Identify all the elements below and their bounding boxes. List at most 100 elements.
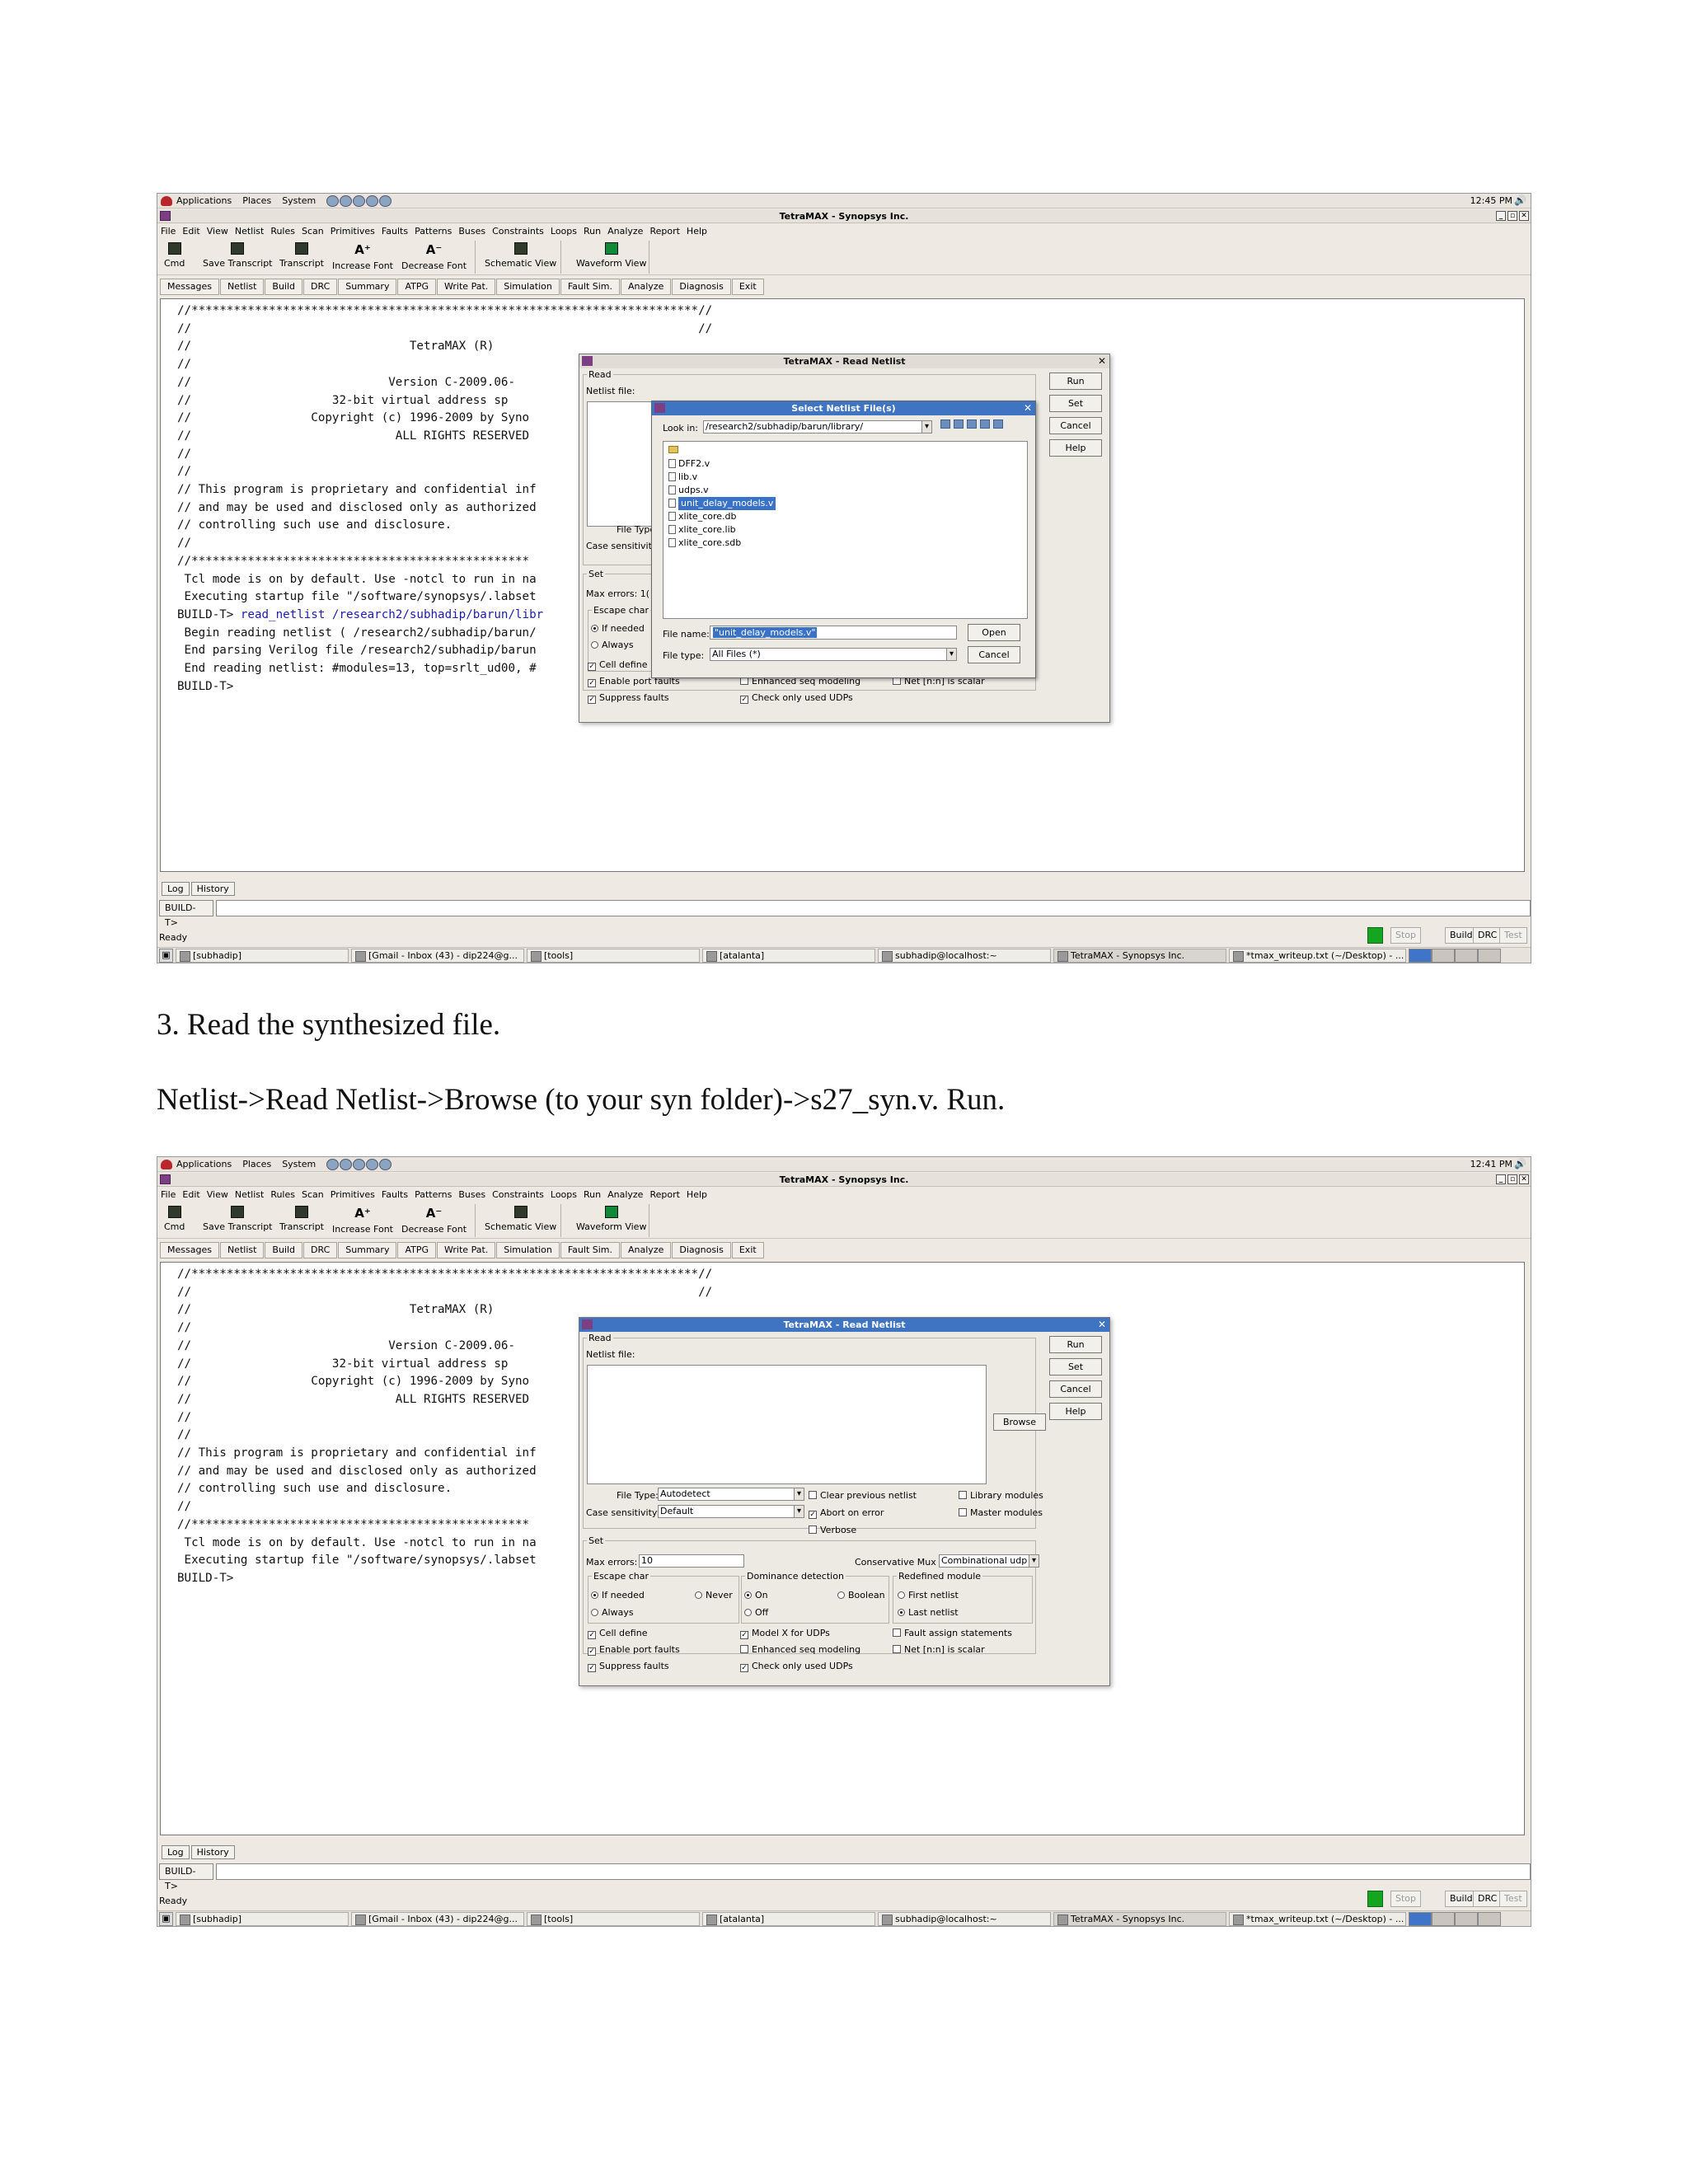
menu-faults[interactable]: Faults: [382, 1189, 408, 1200]
build-button[interactable]: Build: [265, 279, 303, 295]
tab-history[interactable]: History: [190, 882, 235, 896]
stop-button[interactable]: Stop: [1390, 1891, 1422, 1907]
waveform-view-button[interactable]: Waveform View: [576, 242, 646, 269]
max-errors-input[interactable]: 10: [639, 1554, 744, 1568]
menu-report[interactable]: Report: [649, 226, 679, 237]
speaker-icon[interactable]: 🔊: [1514, 1158, 1526, 1169]
conservative-mux-combo[interactable]: Combinational udp: [939, 1554, 1039, 1568]
menu-constraints[interactable]: Constraints: [492, 226, 544, 237]
list-item[interactable]: [665, 444, 1025, 457]
task-writeup[interactable]: *tmax_writeup.txt (~/Desktop) - ...: [1229, 949, 1406, 963]
list-item[interactable]: xlite_core.sdb: [665, 537, 1025, 550]
fault-assign-checkbox[interactable]: Fault assign statements: [893, 1628, 1012, 1638]
menu-analyze[interactable]: Analyze: [607, 226, 643, 237]
minimize-icon[interactable]: _: [1496, 211, 1506, 221]
menu-places[interactable]: Places: [242, 195, 271, 206]
net-scalar-checkbox[interactable]: Net [n:n] is scalar: [893, 1644, 985, 1655]
list-item[interactable]: xlite_core.lib: [665, 523, 1025, 537]
panel-clock[interactable]: 12:45 PM: [1470, 195, 1512, 206]
task-tools[interactable]: [tools]: [527, 949, 700, 963]
minimize-icon[interactable]: _: [1496, 1174, 1506, 1184]
task-tetramax[interactable]: TetraMAX - Synopsys Inc.: [1053, 1912, 1226, 1926]
menu-patterns[interactable]: Patterns: [415, 226, 452, 237]
test-mode-button[interactable]: Test: [1499, 927, 1527, 944]
tab-log[interactable]: Log: [162, 882, 190, 896]
new-folder-icon[interactable]: [967, 419, 977, 429]
netlist-button[interactable]: Netlist: [219, 279, 265, 295]
browse-button[interactable]: Browse: [993, 1413, 1046, 1431]
suppress-faults-checkbox[interactable]: ✓ Suppress faults: [588, 1661, 669, 1672]
task-atalanta[interactable]: [atalanta]: [702, 949, 875, 963]
list-view-icon[interactable]: [980, 419, 990, 429]
menu-help[interactable]: Help: [687, 1189, 707, 1200]
menu-applications[interactable]: Applications: [176, 195, 232, 206]
workspace-3[interactable]: [1455, 1912, 1478, 1926]
schematic-view-button[interactable]: Schematic View: [485, 242, 556, 269]
stop-button[interactable]: Stop: [1390, 927, 1422, 944]
waveform-view-button[interactable]: Waveform View: [576, 1206, 646, 1232]
launcher-icon[interactable]: [353, 1158, 366, 1170]
check-udps-checkbox[interactable]: ✓ Check only used UDPs: [740, 1661, 853, 1672]
case-sensitivity-combo[interactable]: Default: [658, 1505, 804, 1518]
launcher-icon[interactable]: [366, 194, 379, 207]
task-gmail[interactable]: [Gmail - Inbox (43) - dip224@g...: [351, 949, 524, 963]
cell-define-checkbox[interactable]: ✓ Cell define: [588, 1628, 647, 1639]
write-pat-button[interactable]: Write Pat.: [437, 279, 496, 295]
menu-view[interactable]: View: [207, 226, 228, 237]
launcher-icon[interactable]: [379, 194, 392, 207]
build-button[interactable]: Build: [265, 1242, 303, 1258]
maximize-icon[interactable]: ▫: [1507, 211, 1517, 221]
close-icon[interactable]: ✕: [1519, 1174, 1529, 1184]
last-netlist-radio[interactable]: Last netlist: [898, 1607, 959, 1618]
menu-primitives[interactable]: Primitives: [331, 1189, 375, 1200]
redhat-icon[interactable]: [161, 1159, 172, 1169]
menu-report[interactable]: Report: [649, 1189, 679, 1200]
menu-primitives[interactable]: Primitives: [331, 226, 375, 237]
save-transcript-button[interactable]: Save Transcript: [203, 242, 273, 269]
task-terminal[interactable]: subhadip@localhost:~: [878, 1912, 1051, 1926]
transcript-button[interactable]: Transcript: [279, 1206, 324, 1232]
close-icon[interactable]: ✕: [1024, 401, 1032, 415]
clear-prev-checkbox[interactable]: Clear previous netlist: [809, 1490, 917, 1501]
fault-sim-button[interactable]: Fault Sim.: [560, 1242, 621, 1258]
drc-mode-button[interactable]: DRC: [1473, 927, 1503, 944]
menu-run[interactable]: Run: [584, 1189, 601, 1200]
launcher-icon[interactable]: [326, 194, 340, 207]
command-input[interactable]: [216, 1863, 1531, 1880]
workspace-4[interactable]: [1478, 949, 1501, 963]
task-subhadip[interactable]: [subhadip]: [176, 949, 349, 963]
menu-applications[interactable]: Applications: [176, 1159, 232, 1169]
test-mode-button[interactable]: Test: [1499, 1891, 1527, 1907]
open-button[interactable]: Open: [968, 624, 1020, 641]
menu-loops[interactable]: Loops: [551, 1189, 577, 1200]
menu-scan[interactable]: Scan: [302, 226, 324, 237]
file-type-combo[interactable]: Autodetect: [658, 1488, 804, 1501]
command-input[interactable]: [216, 900, 1531, 916]
close-icon[interactable]: ✕: [1098, 1318, 1106, 1332]
menu-system[interactable]: System: [282, 1159, 316, 1169]
task-subhadip[interactable]: [subhadip]: [176, 1912, 349, 1926]
close-icon[interactable]: ✕: [1519, 211, 1529, 221]
analyze-button[interactable]: Analyze: [621, 279, 672, 295]
atpg-button[interactable]: ATPG: [397, 1242, 437, 1258]
cancel-button[interactable]: Cancel: [1049, 417, 1102, 434]
tab-log[interactable]: Log: [162, 1845, 190, 1859]
launcher-icon[interactable]: [366, 1158, 379, 1170]
speaker-icon[interactable]: 🔊: [1514, 194, 1526, 206]
menu-edit[interactable]: Edit: [182, 1189, 199, 1200]
panel-clock[interactable]: 12:41 PM: [1470, 1159, 1512, 1169]
run-button[interactable]: Run: [1049, 373, 1102, 390]
cell-define-checkbox[interactable]: ✓ Cell define: [588, 659, 647, 671]
menu-rules[interactable]: Rules: [270, 226, 295, 237]
workspace-4[interactable]: [1478, 1912, 1501, 1926]
increase-font-button[interactable]: A⁺ Increase Font: [332, 1207, 393, 1235]
menu-file[interactable]: File: [161, 226, 176, 237]
show-desktop-icon[interactable]: ▣: [159, 949, 173, 963]
suppress-faults-checkbox[interactable]: ✓ Suppress faults: [588, 692, 669, 704]
simulation-button[interactable]: Simulation: [496, 1242, 560, 1258]
workspace-3[interactable]: [1455, 949, 1478, 963]
boolean-radio[interactable]: Boolean: [837, 1590, 885, 1601]
menu-file[interactable]: File: [161, 1189, 176, 1200]
decrease-font-button[interactable]: A⁻ Decrease Font: [401, 1207, 467, 1235]
tetramax-app-icon[interactable]: [160, 1174, 171, 1184]
